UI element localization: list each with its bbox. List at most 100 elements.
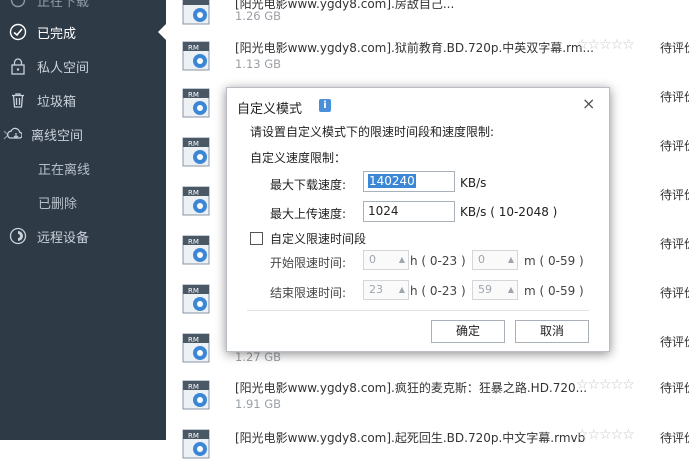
dialog-description: 请设置自定义模式下的限速时间段和速度限制:: [250, 125, 495, 139]
close-button[interactable]: ×: [582, 94, 595, 113]
sidebar-item-trash[interactable]: 垃圾箱: [0, 83, 166, 117]
list-item[interactable]: RM [阳光电影www.ygdy8.com].起死回生.BD.720p.中文字幕…: [166, 424, 689, 473]
start-hour-stepper[interactable]: 0 ▲: [363, 250, 409, 270]
sidebar-item-label: 远程设备: [37, 230, 90, 246]
file-type-label: RM: [188, 91, 199, 99]
file-name: [阳光电影www.ygdy8.com].起死回生.BD.720p.中文字幕.rm…: [235, 431, 586, 445]
rating-stars[interactable]: ☆☆☆☆☆: [576, 377, 635, 393]
file-type-label: RM: [188, 287, 199, 295]
rating-status[interactable]: 待评价: [660, 39, 689, 56]
list-item[interactable]: [阳光电影www.ygdy8.com].房敌自己... 1.26 GB: [166, 0, 689, 36]
file-name: [阳光电影www.ygdy8.com].疯狂的麦克斯：狂暴之路.HD.720..…: [235, 381, 588, 395]
file-size: 1.26 GB: [235, 9, 282, 23]
cancel-button[interactable]: 取消: [515, 320, 589, 343]
dialog-title: 自定义模式: [237, 102, 303, 117]
sidebar-item-label: 已删除: [38, 196, 78, 212]
file-size: 1.27 GB: [235, 350, 282, 364]
sidebar-item-private-space[interactable]: 私人空间: [0, 49, 166, 83]
sidebar-item-label: 垃圾箱: [37, 94, 77, 110]
file-size: 1.91 GB: [235, 397, 282, 411]
max-download-label: 最大下载速度:: [270, 178, 347, 192]
rating-status[interactable]: 待评价: [660, 429, 689, 446]
file-type-label: RM: [188, 44, 199, 52]
remote-device-icon: [8, 226, 28, 246]
rating-status[interactable]: 待评价: [660, 88, 689, 105]
file-size: 1.13 GB: [235, 57, 282, 71]
end-time-label: 结束限速时间:: [270, 286, 347, 300]
sidebar-item-label: 正在离线: [38, 162, 91, 178]
rating-status[interactable]: 待评价: [660, 379, 689, 396]
file-type-label: RM: [188, 432, 199, 440]
sidebar: 正在下载 已完成 私人空间 垃圾箱 离线空间 正在离线 已删除 远程设备: [0, 0, 166, 440]
check-circle-icon: [8, 22, 28, 42]
max-upload-unit: KB/s ( 10-2048 ): [460, 205, 558, 219]
hour-range: h ( 0-23 ): [410, 284, 466, 298]
file-type-label: RM: [188, 140, 199, 148]
rmvb-file-icon: RM: [182, 429, 210, 459]
sidebar-item-remote-device[interactable]: 远程设备: [0, 219, 166, 253]
rating-status[interactable]: 待评价: [660, 284, 689, 301]
list-item[interactable]: RM [阳光电影www.ygdy8.com].狱前教育.BD.720p.中英双字…: [166, 35, 689, 84]
info-icon[interactable]: i: [319, 99, 331, 112]
sidebar-item-label: 正在下载: [37, 0, 90, 10]
rmvb-file-icon: RM: [182, 88, 210, 118]
start-hour-value: 0: [369, 253, 376, 266]
minute-range: m ( 0-59 ): [524, 284, 584, 298]
start-minute-stepper[interactable]: 0 ▲: [472, 250, 518, 270]
rating-stars[interactable]: ☆☆☆☆☆: [576, 37, 635, 53]
file-name: [阳光电影www.ygdy8.com].狱前教育.BD.720p.中英双字幕.r…: [235, 41, 594, 55]
stepper-arrows-icon: ▲: [398, 285, 405, 294]
file-type-label: RM: [188, 383, 199, 391]
max-download-unit: KB/s: [460, 176, 487, 190]
rmvb-file-icon: RM: [182, 380, 210, 410]
hour-range: h ( 0-23 ): [410, 254, 466, 268]
custom-time-checkbox[interactable]: [250, 232, 263, 245]
file-type-label: RM: [188, 189, 199, 197]
custom-time-label[interactable]: 自定义限速时间段: [270, 230, 366, 247]
cloud-download-icon: [2, 124, 22, 144]
sidebar-item-offline-running[interactable]: 正在离线: [0, 151, 166, 185]
sidebar-item-deleted[interactable]: 已删除: [0, 185, 166, 219]
max-download-input[interactable]: 140240: [363, 171, 455, 192]
rmvb-file-icon: RM: [182, 186, 210, 216]
end-minute-value: 59: [478, 283, 492, 296]
end-minute-stepper[interactable]: 59 ▲: [472, 280, 518, 300]
rmvb-file-icon: RM: [182, 137, 210, 167]
max-upload-label: 最大上传速度:: [270, 207, 347, 221]
rating-status[interactable]: 待评价: [660, 137, 689, 154]
sidebar-item-label: 已完成: [37, 26, 77, 42]
rmvb-file-icon: [182, 0, 210, 25]
sidebar-item-completed[interactable]: 已完成: [0, 15, 166, 49]
ok-button[interactable]: 确定: [431, 320, 505, 343]
sidebar-item-label: 私人空间: [37, 60, 90, 76]
trash-icon: [8, 90, 28, 110]
max-upload-input[interactable]: 1024: [363, 201, 455, 222]
max-download-value: 140240: [368, 174, 416, 188]
lock-icon: [8, 56, 28, 76]
custom-mode-dialog: 自定义模式 i × 请设置自定义模式下的限速时间段和速度限制: 自定义速度限制：…: [226, 87, 610, 352]
end-hour-stepper[interactable]: 23 ▲: [363, 280, 409, 300]
rating-status[interactable]: 待评价: [660, 333, 689, 350]
sidebar-item-label: 离线空间: [31, 128, 84, 144]
dialog-divider: [247, 310, 589, 311]
rmvb-file-icon: RM: [182, 284, 210, 314]
rating-status[interactable]: 待评价: [660, 235, 689, 252]
start-minute-value: 0: [478, 253, 485, 266]
minute-range: m ( 0-59 ): [524, 254, 584, 268]
rating-stars[interactable]: ☆☆☆☆☆: [576, 427, 635, 443]
stepper-arrows-icon: ▲: [398, 255, 405, 264]
list-item[interactable]: RM [阳光电影www.ygdy8.com].疯狂的麦克斯：狂暴之路.HD.72…: [166, 375, 689, 424]
stepper-arrows-icon: ▲: [507, 285, 514, 294]
rating-status[interactable]: 待评价: [660, 186, 689, 203]
start-time-label: 开始限速时间:: [270, 256, 347, 270]
download-icon: [8, 0, 28, 10]
rmvb-file-icon: RM: [182, 41, 210, 71]
rmvb-file-icon: RM: [182, 333, 210, 363]
file-type-label: RM: [188, 238, 199, 246]
sidebar-item-offline-space[interactable]: 离线空间: [0, 117, 166, 151]
stepper-arrows-icon: ▲: [507, 255, 514, 264]
speed-section-label: 自定义速度限制：: [250, 151, 347, 165]
rmvb-file-icon: RM: [182, 235, 210, 265]
end-hour-value: 23: [369, 283, 383, 296]
file-type-label: RM: [188, 336, 199, 344]
